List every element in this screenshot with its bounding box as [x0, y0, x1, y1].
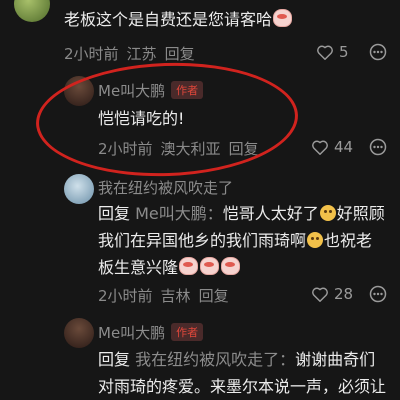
comment-text: 老板这个是自费还是您请客哈 — [64, 6, 293, 33]
heart-icon — [312, 287, 328, 302]
comment-line: 板生意兴隆 — [98, 254, 398, 281]
comment-text: 回复 Me叫大鹏：恺哥人太好了 好照顾 我们在异国他乡的我们雨琦啊 也祝老 板生意兴… — [98, 200, 398, 281]
comment-time: 2小时前 — [64, 45, 119, 63]
comment-text-part: 板生意兴隆 — [98, 258, 179, 277]
comment-text-content: 老板这个是自费还是您请客哈 — [64, 10, 273, 29]
emoji-face-icon — [307, 232, 324, 248]
author-name[interactable]: 我在纽约被风吹走了 — [98, 177, 233, 198]
more-options-icon[interactable] — [369, 43, 387, 61]
comment-meta: 2小时前 江苏 回复 — [64, 43, 203, 64]
reply-button[interactable]: 回复 — [165, 45, 195, 63]
like-button[interactable]: 5 — [316, 43, 349, 61]
comment-text: 回复 我在纽约被风吹走了：谢谢曲奇们 对雨琦的疼爱。来墨尔本说一声，必须让 — [98, 346, 400, 400]
comment-line: 对雨琦的疼爱。来墨尔本说一声，必须让 — [98, 373, 400, 400]
comment-location: 吉林 — [160, 287, 191, 305]
like-count: 44 — [334, 138, 354, 156]
reply-button[interactable]: 回复 — [199, 287, 229, 305]
emoji-face-icon — [179, 257, 199, 275]
comment-text-part: 对雨琦的疼爱。来墨尔本说一声，必须让 — [98, 377, 387, 396]
reply-target[interactable]: Me叫大鹏： — [135, 204, 223, 223]
reply-target[interactable]: 我在纽约被风吹走了： — [135, 350, 295, 369]
like-count: 28 — [334, 285, 354, 303]
comment-line: 回复 Me叫大鹏：恺哥人太好了 好照顾 — [98, 200, 398, 227]
author-tag: 作者 — [171, 323, 204, 341]
comment-line: 回复 我在纽约被风吹走了：谢谢曲奇们 — [98, 346, 400, 373]
comment-time: 2小时前 — [98, 287, 153, 305]
like-count: 5 — [339, 43, 349, 61]
reply-prefix: 回复 — [98, 350, 131, 369]
more-options-icon[interactable] — [369, 285, 387, 303]
heart-icon — [312, 140, 328, 155]
emoji-face-icon — [273, 9, 293, 27]
heart-icon — [317, 45, 333, 60]
comment-text-part: 谢谢曲奇们 — [295, 350, 376, 369]
comment-text-part: 好照顾 — [336, 204, 385, 223]
comment-text-part: 恺哥人太好了 — [222, 204, 319, 223]
like-button[interactable]: 28 — [311, 285, 353, 303]
reply-prefix: 回复 — [98, 204, 131, 223]
comment-author[interactable]: Me叫大鹏 作者 — [98, 322, 204, 343]
comment-line: 我们在异国他乡的我们雨琦啊 也祝老 — [98, 227, 398, 254]
emoji-face-icon — [319, 205, 336, 221]
author-name: Me叫大鹏 — [98, 324, 166, 342]
more-options-icon[interactable] — [369, 138, 387, 156]
avatar[interactable] — [14, 0, 50, 22]
avatar[interactable] — [64, 318, 94, 348]
comment-text-part: 也祝老 — [324, 231, 373, 250]
comment-text-part: 我们在异国他乡的我们雨琦啊 — [98, 231, 307, 250]
avatar[interactable] — [64, 174, 94, 204]
comment-meta: 2小时前 吉林 回复 — [98, 285, 237, 306]
emoji-face-icon — [221, 257, 241, 275]
emoji-face-icon — [200, 257, 220, 275]
comment-location: 江苏 — [126, 45, 157, 63]
like-button[interactable]: 44 — [311, 138, 353, 156]
